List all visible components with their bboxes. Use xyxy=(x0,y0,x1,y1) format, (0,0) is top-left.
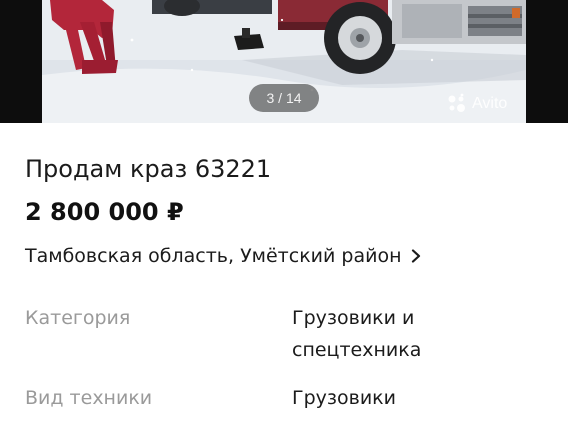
param-name: Категория xyxy=(25,307,131,329)
param-value: Грузовики xyxy=(292,387,396,409)
avito-logo-icon xyxy=(448,95,465,112)
location-text: Тамбовская область, Умётский район xyxy=(25,245,402,267)
chevron-right-icon xyxy=(411,249,420,263)
param-row-vehicle-type: Вид техники Грузовики xyxy=(25,382,545,422)
photo-gallery[interactable]: 3 / 14 Avito xyxy=(0,0,568,123)
photo-counter: 3 / 14 xyxy=(249,84,319,112)
listing-title: Продам краз 63221 xyxy=(25,155,272,183)
location-link[interactable]: Тамбовская область, Умётский район xyxy=(25,245,422,267)
param-name: Вид техники xyxy=(25,387,153,409)
parameters-list: Категория Грузовики и спецтехника Вид те… xyxy=(25,302,545,422)
param-row-category: Категория Грузовики и спецтехника xyxy=(25,302,545,382)
listing-price: 2 800 000 ₽ xyxy=(25,198,184,226)
watermark-text: Avito xyxy=(472,95,508,112)
param-value: Грузовики и спецтехника xyxy=(292,307,422,361)
avito-watermark: Avito xyxy=(446,93,507,115)
